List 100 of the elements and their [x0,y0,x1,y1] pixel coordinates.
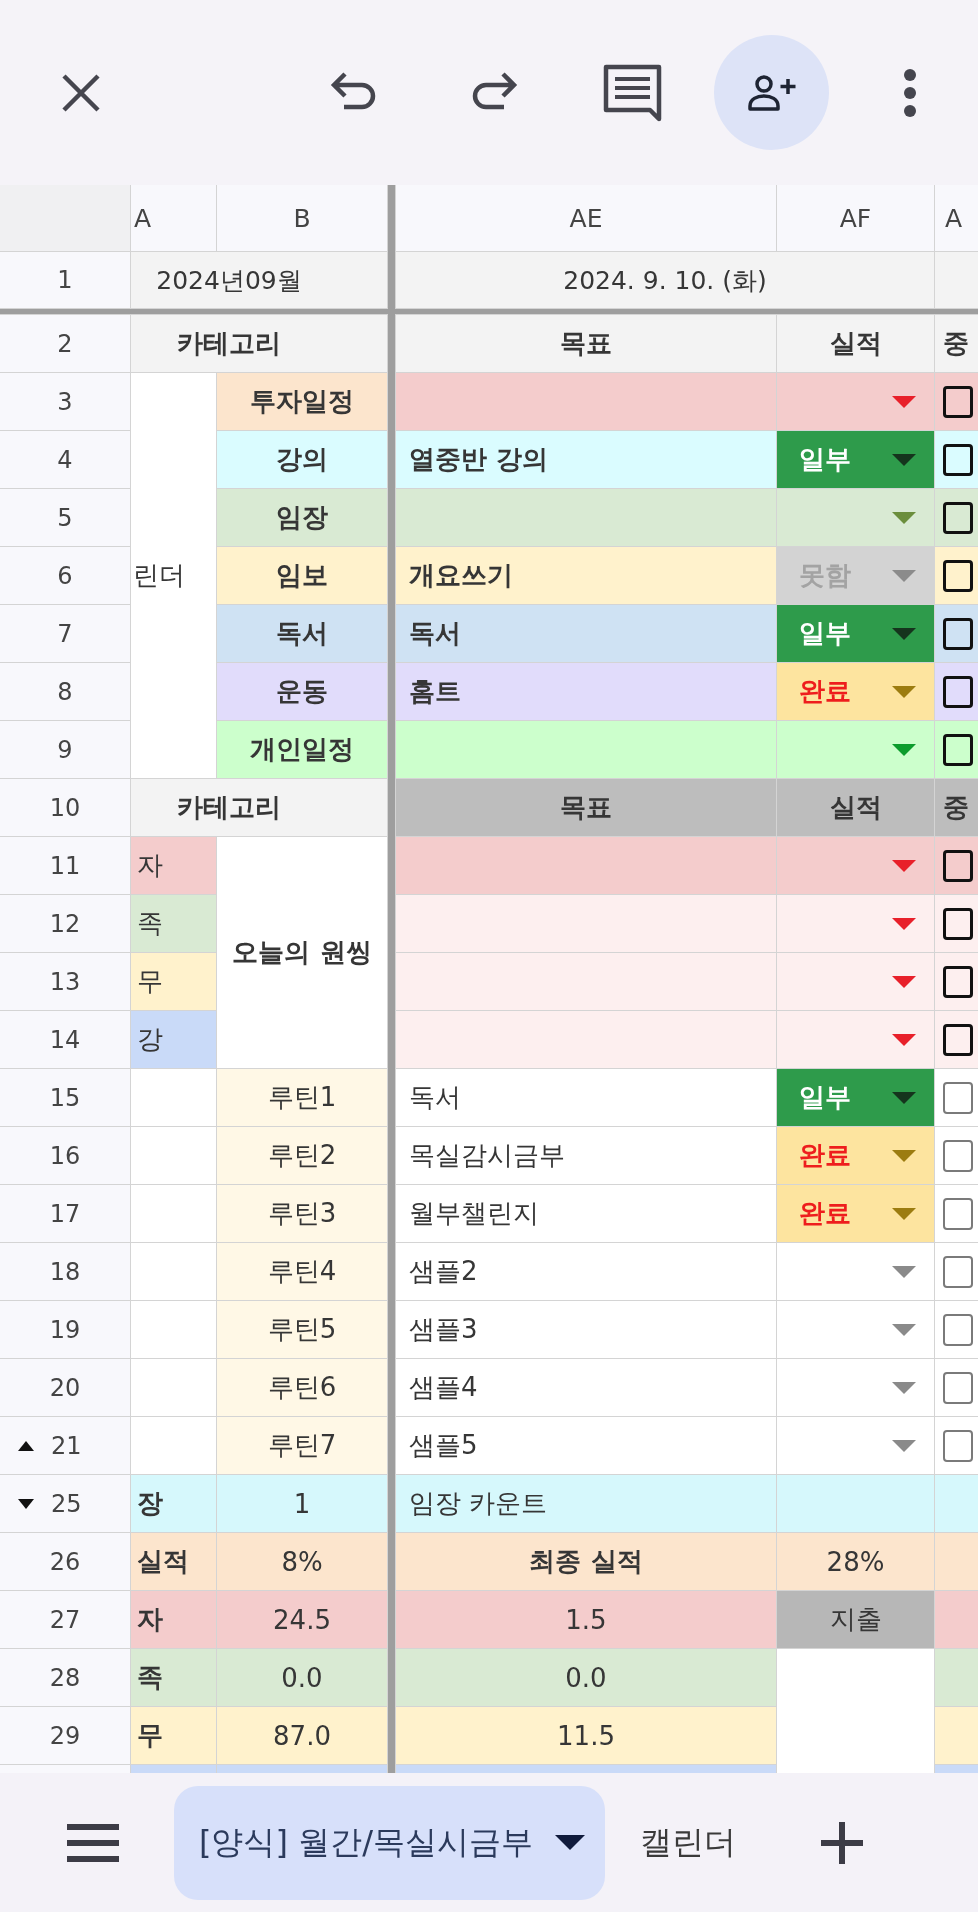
category-cell: 투자일정 [217,373,387,430]
column-title: 실적 [777,315,934,372]
row-number[interactable]: 28 [0,1649,130,1706]
category-cell: 개인일정 [217,721,387,778]
row-number[interactable]: 27 [0,1591,130,1648]
checkbox[interactable] [943,849,973,882]
row-number[interactable]: 19 [0,1301,130,1358]
row-number[interactable]: 16 [0,1127,130,1184]
month-cell: 2024년09월 [131,252,387,308]
row-number[interactable]: 15 [0,1069,130,1126]
checkbox[interactable] [943,385,973,418]
summary-goal: 최종 실적 [396,1533,776,1590]
sheet-tab[interactable]: [양식] 월간/목실시금부 [174,1785,605,1900]
sheet-tab[interactable]: 캘린더 [639,1820,736,1865]
add-sheet-button[interactable] [820,1821,863,1864]
checkbox[interactable] [943,501,973,534]
column-header[interactable]: A [935,185,978,251]
summary-value: 24.5 [217,1591,387,1648]
checkbox[interactable] [943,559,973,592]
category-cell: 족 [131,895,216,952]
checkbox[interactable] [943,1081,973,1114]
category-cell: 임보 [217,547,387,604]
row-number[interactable]: 26 [0,1533,130,1590]
table-cell [935,1591,978,1648]
dropdown-arrow-icon [892,1091,916,1104]
caret-icon[interactable] [554,1835,585,1850]
date-cell: 2024. 9. 10. (화) [396,252,934,308]
down-triangle-icon[interactable] [18,1498,34,1509]
category-cell: 자 [131,837,216,894]
status-dropdown[interactable]: 일부 [777,1069,934,1126]
row-number[interactable]: 11 [0,837,130,894]
summary-value: 8% [217,1533,387,1590]
row-number[interactable]: 14 [0,1011,130,1068]
comment-button[interactable] [603,63,663,122]
checkbox[interactable] [943,965,973,998]
dropdown-arrow-icon [892,627,916,640]
group-label-cell: 린더 [131,373,216,778]
row-number[interactable]: 1 [0,252,130,308]
checkbox[interactable] [943,1197,973,1230]
column-header[interactable]: AF [777,185,934,251]
routine-cell: 루틴7 [217,1417,387,1474]
goal-cell: 샘플5 [396,1417,776,1474]
category-cell: 독서 [217,605,387,662]
plus-icon [820,1821,863,1864]
comment-icon [603,63,663,122]
row-number[interactable]: 8 [0,663,130,720]
goal-cell: 홈트 [396,663,776,720]
checkbox[interactable] [943,1313,973,1346]
note-cell: 지출 [777,1591,934,1648]
row-number[interactable]: 21 [51,1431,82,1460]
column-title: 실적 [777,779,934,836]
checkbox[interactable] [943,1255,973,1288]
checkbox[interactable] [943,675,973,708]
routine-cell: 루틴1 [217,1069,387,1126]
row-number[interactable]: 13 [0,953,130,1010]
goal-cell: 월부챌린지 [396,1185,776,1242]
goal-cell: 독서 [396,1069,776,1126]
routine-cell: 루틴3 [217,1185,387,1242]
row-number[interactable]: 10 [0,779,130,836]
checkbox[interactable] [943,1139,973,1172]
row-number[interactable]: 3 [0,373,130,430]
menu-icon [67,1823,119,1862]
goal-cell: 열중반 강의 [396,431,776,488]
checkbox[interactable] [943,907,973,940]
row-number[interactable]: 7 [0,605,130,662]
checkbox[interactable] [943,1429,973,1462]
summary-result: 28% [777,1533,934,1590]
more-options-button[interactable] [903,68,917,117]
status-dropdown[interactable]: 일부 [777,431,934,488]
row-number[interactable]: 5 [0,489,130,546]
table-cell [935,1649,978,1706]
row-number[interactable]: 2 [0,315,130,372]
row-number[interactable]: 12 [0,895,130,952]
row-number[interactable]: 25 [51,1489,82,1518]
row-number[interactable]: 29 [0,1707,130,1764]
status-dropdown[interactable]: 일부 [777,605,934,662]
goal-cell: 샘플2 [396,1243,776,1300]
row-number[interactable]: 18 [0,1243,130,1300]
summary-goal: 0.0 [396,1649,776,1706]
column-header[interactable]: A [131,185,216,251]
summary-goal: 1.5 [396,1591,776,1648]
checkbox[interactable] [943,733,973,766]
checkbox[interactable] [943,1371,973,1404]
row-number[interactable]: 9 [0,721,130,778]
goal-cell: 샘플4 [396,1359,776,1416]
row-number[interactable]: 17 [0,1185,130,1242]
checkbox[interactable] [943,443,973,476]
summary-label: 족 [131,1649,216,1706]
category-cell: 무 [131,953,216,1010]
add-person-icon [746,74,797,111]
row-number[interactable]: 6 [0,547,130,604]
column-header[interactable]: AE [396,185,776,251]
row-number[interactable]: 20 [0,1359,130,1416]
checkbox[interactable] [943,617,973,650]
close-button[interactable] [61,72,101,113]
menu-button[interactable] [67,1823,119,1862]
row-number[interactable]: 4 [0,431,130,488]
up-triangle-icon[interactable] [18,1440,34,1451]
column-header[interactable]: B [217,185,387,251]
checkbox[interactable] [943,1023,973,1056]
